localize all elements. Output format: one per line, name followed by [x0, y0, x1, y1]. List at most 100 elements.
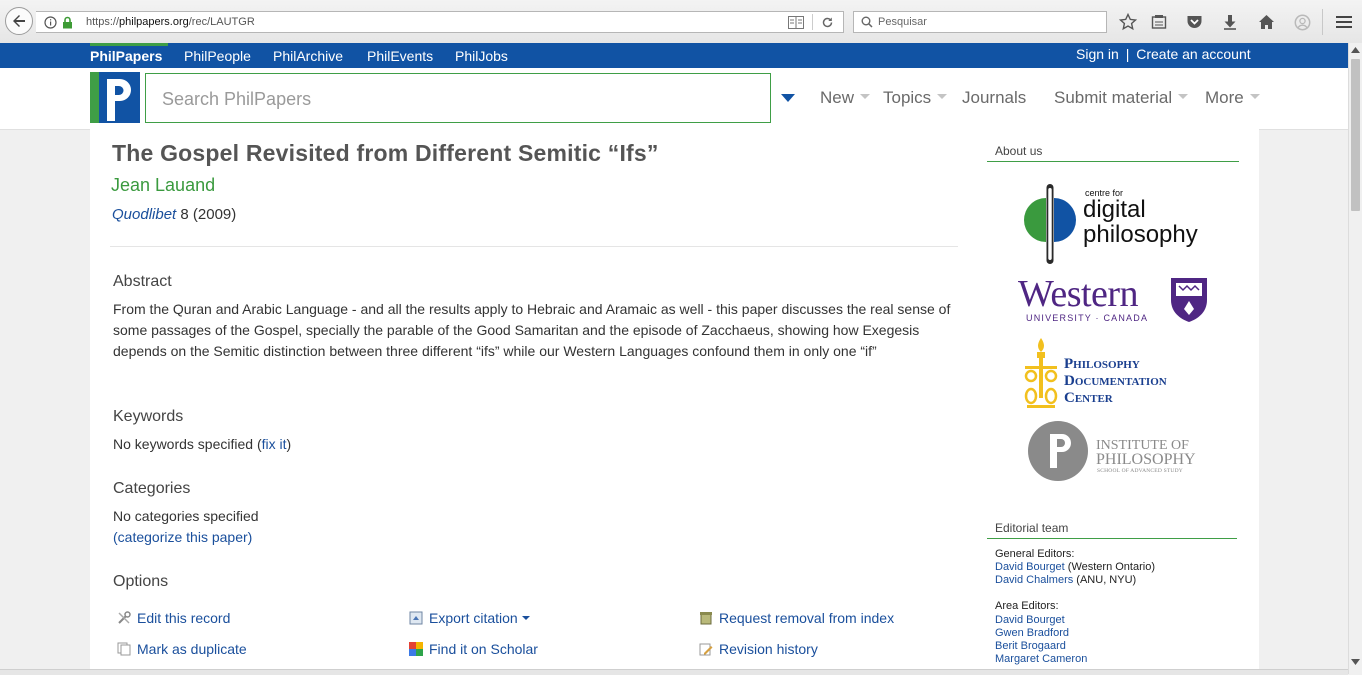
general-editor-item: David Chalmers (ANU, NYU): [995, 574, 1136, 586]
about-us-heading: About us: [995, 144, 1043, 158]
cdp-line2: philosophy: [1083, 221, 1198, 248]
tools-icon: [118, 611, 131, 624]
search-icon: [861, 16, 873, 28]
cdp-mark-icon: [1024, 184, 1076, 264]
western-wordmark: Western: [1018, 273, 1139, 315]
site-link-philarchive[interactable]: PhilArchive: [273, 48, 343, 64]
history-icon: [699, 643, 713, 656]
editor-link[interactable]: David Bourget: [995, 561, 1065, 573]
home-icon[interactable]: [1256, 12, 1276, 32]
sign-in-link[interactable]: Sign in: [1076, 46, 1119, 62]
keywords-heading: Keywords: [113, 408, 184, 425]
nav-more-label: More: [1205, 88, 1244, 107]
area-editors-label: Area Editors:: [995, 600, 1059, 612]
search-placeholder: Search PhilPapers: [162, 89, 312, 109]
categories-heading: Categories: [113, 480, 191, 497]
cdp-line1: digital: [1083, 196, 1146, 223]
area-editor-item: Berit Brogaard: [995, 640, 1066, 652]
bookmarks-library-icon[interactable]: [1149, 12, 1169, 32]
editor-link[interactable]: David Chalmers: [995, 574, 1073, 586]
chevron-down-icon: [1249, 94, 1260, 100]
active-site-indicator: [90, 43, 168, 46]
find-on-scholar-option[interactable]: Find it on Scholar: [409, 641, 538, 657]
pocket-icon[interactable]: [1184, 12, 1204, 32]
iop-line3: SCHOOL OF ADVANCED STUDY: [1097, 468, 1183, 474]
nav-journals[interactable]: Journals: [962, 88, 1026, 108]
request-removal-option[interactable]: Request removal from index: [699, 610, 894, 626]
categorize-link[interactable]: categorize this paper: [118, 529, 248, 545]
account-links: Sign in | Create an account: [1076, 46, 1251, 62]
centre-for-digital-philosophy-logo[interactable]: centre for digital philosophy: [1020, 184, 1210, 264]
nav-topics-label: Topics: [883, 88, 932, 107]
url-text[interactable]: https://philpapers.org/rec/LAUTGR: [86, 16, 255, 28]
keywords-close: ): [286, 436, 292, 452]
url-divider: [812, 14, 813, 30]
editor-affiliation: (ANU, NYU): [1073, 574, 1137, 586]
revision-history-label: Revision history: [719, 641, 818, 657]
nav-topics[interactable]: Topics: [883, 88, 948, 108]
area-editor-item: Margaret Cameron: [995, 653, 1087, 665]
browser-toolbar: https://philpapers.org/rec/LAUTGR Pesqui…: [0, 0, 1362, 44]
hamburger-menu-icon[interactable]: [1334, 12, 1354, 32]
record-page: The Gospel Revisited from Different Semi…: [90, 129, 1259, 674]
site-link-philpapers[interactable]: PhilPapers: [90, 48, 162, 64]
western-subtitle: UNIVERSITY · CANADA: [1026, 313, 1149, 323]
nav-more[interactable]: More: [1205, 88, 1260, 108]
chevron-down-icon: [860, 94, 871, 100]
export-citation-label: Export citation: [429, 610, 518, 626]
page-title: The Gospel Revisited from Different Semi…: [112, 140, 659, 166]
scrollbar-thumb[interactable]: [1351, 59, 1360, 211]
keywords-empty-text: No keywords specified (: [113, 436, 262, 452]
fix-keywords-link[interactable]: fix it: [262, 436, 287, 452]
duplicate-icon: [117, 642, 131, 656]
issue-text: 8 (2009): [176, 206, 237, 223]
search-options-dropdown-icon[interactable]: [781, 94, 795, 102]
pdc-wordmark: Philosophy Documentation Center: [1064, 356, 1167, 407]
vertical-scrollbar[interactable]: [1348, 43, 1362, 674]
categories-empty-text: No categories specified: [113, 508, 259, 524]
editor-link[interactable]: Margaret Cameron: [995, 653, 1087, 665]
account-icon[interactable]: [1292, 12, 1312, 32]
revision-history-option[interactable]: Revision history: [699, 641, 818, 657]
trash-icon: [700, 612, 712, 625]
philosophy-documentation-center-logo[interactable]: Philosophy Documentation Center: [1023, 336, 1213, 410]
chevron-down-icon: [1178, 94, 1189, 100]
institute-of-philosophy-logo[interactable]: INSTITUTE OF PHILOSOPHY SCHOOL OF ADVANC…: [1027, 420, 1207, 482]
browser-search-placeholder: Pesquisar: [878, 16, 927, 28]
iop-p-mark-icon: [1028, 421, 1088, 481]
options-heading: Options: [113, 573, 169, 590]
site-link-philevents[interactable]: PhilEvents: [367, 48, 433, 64]
mark-duplicate-option[interactable]: Mark as duplicate: [117, 641, 247, 657]
abstract-heading: Abstract: [113, 273, 172, 290]
nav-new[interactable]: New: [820, 88, 871, 108]
back-arrow-icon: [13, 15, 25, 27]
browser-search-bar[interactable]: Pesquisar: [853, 11, 1107, 33]
western-university-logo[interactable]: Western UNIVERSITY · CANADA: [1018, 274, 1210, 326]
downloads-icon[interactable]: [1220, 12, 1240, 32]
export-citation-option[interactable]: Export citation: [409, 610, 530, 626]
reload-icon[interactable]: [821, 16, 834, 29]
nav-submit-material[interactable]: Submit material: [1054, 88, 1189, 108]
bookmark-star-icon[interactable]: [1118, 12, 1138, 32]
scroll-up-arrow-icon[interactable]: [1351, 47, 1360, 53]
reader-view-icon[interactable]: [788, 16, 804, 29]
categorize-close: ): [247, 529, 253, 545]
author-link[interactable]: Jean Lauand: [111, 175, 215, 196]
site-link-philpeople[interactable]: PhilPeople: [184, 48, 251, 64]
back-button[interactable]: [5, 7, 33, 35]
scroll-down-arrow-icon[interactable]: [1351, 659, 1360, 665]
address-bar[interactable]: https://philpapers.org/rec/LAUTGR: [36, 11, 844, 33]
editor-link[interactable]: Berit Brogaard: [995, 640, 1066, 652]
edit-record-option[interactable]: Edit this record: [117, 610, 230, 626]
philpapers-logo[interactable]: [90, 72, 140, 123]
info-icon[interactable]: [44, 16, 57, 29]
toolbar-divider: [1322, 9, 1323, 35]
editor-link[interactable]: David Bourget: [995, 614, 1065, 626]
area-editor-item: Gwen Bradford: [995, 627, 1069, 639]
journal-link[interactable]: Quodlibet: [112, 206, 176, 223]
philpapers-search-input[interactable]: Search PhilPapers: [145, 73, 771, 123]
editor-link[interactable]: Gwen Bradford: [995, 627, 1069, 639]
create-account-link[interactable]: Create an account: [1136, 46, 1250, 62]
mark-duplicate-label: Mark as duplicate: [137, 641, 247, 657]
site-link-philjobs[interactable]: PhilJobs: [455, 48, 508, 64]
